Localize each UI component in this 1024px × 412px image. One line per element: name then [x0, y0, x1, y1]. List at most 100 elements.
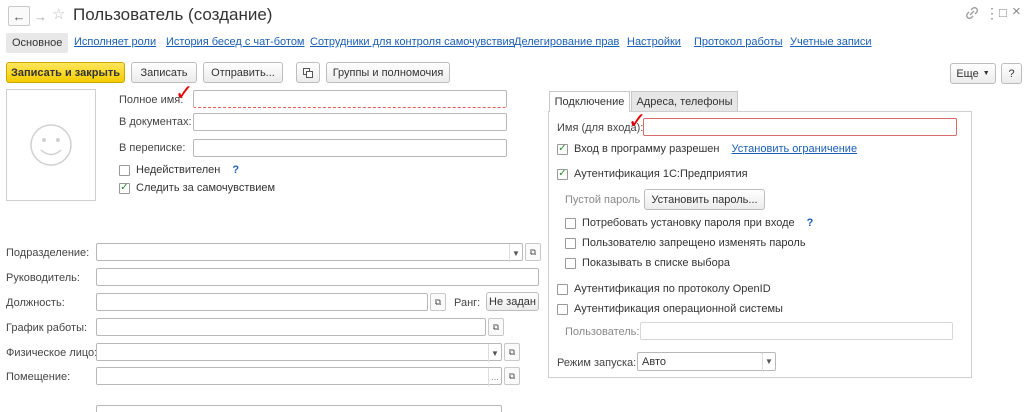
set-restriction-link[interactable]: Установить ограничение — [732, 143, 858, 155]
wellbeing-label: Следить за самочувствием — [136, 182, 276, 194]
tab-roles[interactable]: Исполняет роли — [74, 36, 156, 48]
tab-settings[interactable]: Настройки — [627, 36, 681, 48]
maximize-icon[interactable]: □ — [999, 5, 1007, 20]
open-icon[interactable]: ⧉ — [488, 318, 504, 336]
os-auth-row[interactable]: Аутентификация операционной системы — [557, 303, 783, 315]
close-icon[interactable]: × — [1012, 3, 1021, 20]
more-vertical-icon[interactable]: ⋮ — [985, 5, 999, 22]
manager-input[interactable] — [96, 268, 539, 286]
auth-1c-label: Аутентификация 1С:Предприятия — [574, 168, 748, 180]
save-button[interactable]: Записать — [131, 62, 197, 83]
open-icon[interactable]: ⧉ — [430, 293, 446, 311]
dropdown-arrow-icon[interactable]: ▼ — [762, 352, 775, 371]
favorite-star-icon[interactable]: ☆ — [52, 5, 65, 23]
empty-password-label: Пустой пароль — [565, 194, 641, 206]
show-in-list-label: Показывать в списке выбора — [582, 257, 730, 269]
launch-mode-value: Авто — [642, 355, 666, 368]
in-docs-input[interactable] — [193, 113, 507, 131]
full-name-label: Полное имя: — [119, 94, 184, 106]
position-input[interactable] — [96, 293, 428, 311]
avatar-smiley-icon — [30, 124, 72, 166]
deny-change-checkbox[interactable] — [565, 237, 576, 249]
full-name-input[interactable] — [193, 90, 507, 108]
back-arrow-icon: ← — [12, 8, 26, 24]
openid-label: Аутентификация по протоколу OpenID — [574, 283, 771, 295]
more-button[interactable]: Еще ▼ — [950, 63, 996, 84]
dropdown-arrow-icon[interactable]: ▼ — [488, 344, 501, 362]
schedule-label: График работы: — [6, 322, 88, 334]
red-check-annotation: ✓ — [175, 81, 194, 106]
open-icon[interactable]: ⧉ — [504, 343, 520, 361]
wellbeing-checkbox[interactable]: ✓ — [119, 182, 130, 194]
launch-mode-label: Режим запуска: — [557, 357, 637, 369]
login-input[interactable] — [643, 118, 957, 136]
auth-1c-checkbox[interactable]: ✓ — [557, 168, 568, 180]
wellbeing-checkbox-row[interactable]: ✓ Следить за самочувствием — [119, 182, 275, 194]
require-password-checkbox[interactable] — [565, 217, 576, 229]
link-icon[interactable] — [965, 6, 979, 23]
invalid-label: Недействителен — [136, 164, 221, 176]
require-password-label: Потребовать установку пароля при входе — [582, 217, 795, 229]
os-user-label: Пользователь: — [565, 326, 640, 338]
groups-button[interactable]: Группы и полномочия — [326, 62, 450, 83]
deny-change-row[interactable]: Пользователю запрещено изменять пароль — [565, 237, 806, 249]
send-button[interactable]: Отправить... — [203, 62, 283, 83]
help-button[interactable]: ? — [1001, 63, 1022, 84]
help-icon[interactable]: ? — [807, 217, 814, 229]
copy-button[interactable] — [296, 62, 320, 83]
in-correspondence-input[interactable] — [193, 139, 507, 157]
require-password-row[interactable]: Потребовать установку пароля при входе ? — [565, 217, 813, 229]
rank-button[interactable]: Не задан — [486, 292, 539, 311]
tab-work-log[interactable]: Протокол работы — [694, 36, 783, 48]
division-input[interactable]: ▼ — [96, 243, 523, 262]
show-in-list-row[interactable]: Показывать в списке выбора — [565, 257, 730, 269]
invalid-checkbox[interactable] — [119, 164, 130, 176]
dropdown-arrow-icon: ▼ — [982, 70, 990, 77]
dropdown-arrow-icon[interactable]: ▼ — [509, 244, 522, 262]
login-allowed-row[interactable]: ✓ Вход в программу разрешен Установить о… — [557, 143, 857, 155]
division-label: Подразделение: — [6, 247, 90, 259]
auth-1c-row[interactable]: ✓ Аутентификация 1С:Предприятия — [557, 168, 748, 180]
in-correspondence-label: В переписке: — [119, 142, 186, 154]
rank-label: Ранг: — [454, 297, 481, 309]
tab-delegation[interactable]: Делегирование прав — [514, 36, 619, 48]
in-docs-label: В документах: — [119, 116, 192, 128]
openid-row[interactable]: Аутентификация по протоколу OpenID — [557, 283, 771, 295]
forward-button[interactable]: → — [34, 6, 47, 26]
room-label: Помещение: — [6, 371, 71, 383]
os-user-input[interactable] — [640, 322, 953, 340]
save-and-close-button[interactable]: Записать и закрыть — [6, 62, 125, 83]
launch-mode-select[interactable]: Авто ▼ — [637, 352, 776, 371]
login-allowed-label: Вход в программу разрешен — [574, 143, 720, 155]
tab-addresses[interactable]: Адреса, телефоны — [631, 91, 738, 111]
tab-chatbot-history[interactable]: История бесед с чат-ботом — [166, 36, 305, 48]
open-icon[interactable]: ⧉ — [504, 367, 520, 385]
page-title: Пользователь (создание) — [73, 5, 273, 24]
deny-change-label: Пользователю запрещено изменять пароль — [582, 237, 806, 249]
more-label: Еще — [956, 67, 979, 80]
copy-icon — [303, 67, 313, 78]
tab-wellbeing-staff[interactable]: Сотрудники для контроля самочувствия — [310, 36, 515, 48]
invalid-checkbox-row[interactable]: Недействителен ? — [119, 164, 239, 176]
back-button[interactable]: ← — [8, 6, 30, 26]
set-password-button[interactable]: Установить пароль... — [644, 189, 765, 210]
photo-placeholder[interactable] — [6, 89, 96, 201]
person-input[interactable]: ▼ — [96, 343, 502, 362]
schedule-input[interactable] — [96, 318, 486, 336]
person-label: Физическое лицо: — [6, 347, 98, 359]
openid-checkbox[interactable] — [557, 283, 568, 295]
partial-input[interactable] — [96, 405, 502, 412]
help-icon[interactable]: ? — [232, 164, 239, 176]
show-in-list-checkbox[interactable] — [565, 257, 576, 269]
manager-label: Руководитель: — [6, 272, 80, 284]
tab-accounts[interactable]: Учетные записи — [790, 36, 872, 48]
login-allowed-checkbox[interactable]: ✓ — [557, 143, 568, 155]
select-dots-icon[interactable]: … — [488, 368, 501, 386]
os-auth-checkbox[interactable] — [557, 303, 568, 315]
tab-connection[interactable]: Подключение — [549, 91, 630, 112]
position-label: Должность: — [6, 297, 65, 309]
tab-main[interactable]: Основное — [6, 33, 69, 53]
room-input[interactable]: … — [96, 367, 502, 386]
os-auth-label: Аутентификация операционной системы — [574, 303, 783, 315]
open-icon[interactable]: ⧉ — [525, 243, 541, 261]
